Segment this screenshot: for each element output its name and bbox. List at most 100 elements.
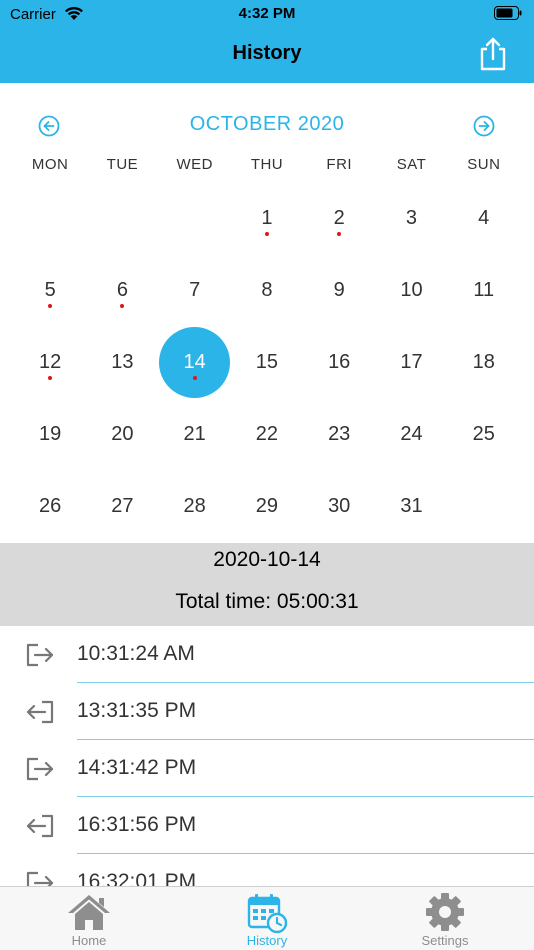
calendar-day[interactable]: 16: [303, 326, 375, 398]
total-time: Total time: 05:00:31: [175, 590, 359, 613]
day-number: 9: [333, 278, 345, 301]
selected-date: 2020-10-14: [213, 548, 321, 571]
calendar-day[interactable]: 5: [14, 254, 86, 326]
day-number: 1: [261, 206, 273, 229]
next-month-button[interactable]: [472, 114, 496, 138]
day-number: 25: [472, 423, 495, 446]
entry-time: 13:31:35 PM: [77, 699, 197, 722]
calendar-day[interactable]: 12: [14, 326, 86, 398]
day-number: 19: [39, 423, 62, 446]
calendar-day[interactable]: 6: [86, 254, 158, 326]
entry-list: 10:31:24 AM 13:31:35 PM 14:31:42 PM 16:3…: [0, 626, 534, 886]
calendar-day[interactable]: 9: [303, 254, 375, 326]
entry-time: 14:31:42 PM: [77, 756, 197, 779]
weekday-label: TUE: [106, 156, 139, 173]
record-marker: [48, 376, 53, 381]
tab-label: History: [246, 933, 288, 948]
weekday-label: WED: [176, 156, 213, 173]
record-marker: [120, 304, 125, 309]
list-item[interactable]: 16:32:01 PM: [0, 854, 534, 886]
calendar-day[interactable]: 13: [86, 326, 158, 398]
day-number: 11: [473, 278, 495, 301]
day-number: 30: [328, 495, 351, 518]
calendar-day[interactable]: 2: [303, 182, 375, 254]
page-title: History: [232, 42, 302, 64]
weekday-label: THU: [250, 156, 284, 173]
weekday-label: MON: [31, 156, 69, 173]
arrow-right-circle-icon: [473, 115, 495, 137]
day-number: 24: [400, 423, 423, 446]
list-item[interactable]: 13:31:35 PM: [0, 683, 534, 740]
calendar-day[interactable]: 29: [231, 471, 303, 543]
day-number: 5: [44, 278, 56, 301]
weekday-label: FRI: [326, 156, 353, 173]
calendar-day[interactable]: 20: [86, 399, 158, 471]
status-time: 4:32 PM: [238, 5, 296, 22]
calendar-day[interactable]: 23: [303, 399, 375, 471]
day-number: 16: [328, 350, 351, 373]
calendar-day[interactable]: 7: [159, 254, 231, 326]
record-marker: [48, 304, 53, 309]
day-number: 28: [183, 495, 206, 518]
calendar-day[interactable]: 28: [159, 471, 231, 543]
entry-time: 16:32:01 PM: [77, 870, 197, 886]
tab-label: Home: [71, 933, 107, 948]
calendar-day[interactable]: 1: [231, 182, 303, 254]
record-marker: [337, 232, 342, 236]
calendar-grid: 1 2 3 4 5 6 7 8 9 10 11 12 13 14 15 16 17 18 19 20 21 22 23 24 2…: [14, 182, 520, 543]
calendar-day[interactable]: 3: [375, 182, 447, 254]
calendar-clock-icon: [247, 894, 288, 934]
calendar-blank: [14, 182, 86, 254]
sign-out-icon: [26, 643, 54, 667]
day-number: 6: [116, 278, 128, 301]
calendar-day[interactable]: 21: [159, 399, 231, 471]
day-number: 22: [255, 423, 279, 446]
tab-label: Settings: [421, 933, 469, 948]
day-number: 23: [328, 423, 351, 446]
day-number: 14: [183, 350, 206, 373]
sign-in-icon: [26, 700, 54, 724]
calendar-day[interactable]: 26: [14, 471, 86, 543]
calendar-day[interactable]: 25: [448, 399, 520, 471]
calendar-day[interactable]: 10: [375, 254, 447, 326]
day-number: 4: [478, 206, 490, 229]
battery-icon: [494, 6, 522, 25]
day-number: 26: [39, 495, 62, 518]
entry-time: 16:31:56 PM: [77, 813, 197, 836]
calendar-blank: [86, 182, 158, 254]
month-title: OCTOBER 2020: [189, 113, 345, 135]
day-number: 2: [333, 206, 345, 229]
calendar-day[interactable]: 31: [375, 471, 447, 543]
calendar-day[interactable]: 22: [231, 399, 303, 471]
calendar-day[interactable]: 15: [231, 326, 303, 398]
weekday-label: SUN: [467, 156, 501, 173]
tab-settings[interactable]: Settings: [356, 887, 534, 950]
calendar-day[interactable]: 24: [375, 399, 447, 471]
calendar-day[interactable]: 8: [231, 254, 303, 326]
calendar-day[interactable]: 18: [448, 326, 520, 398]
share-button[interactable]: [476, 36, 510, 72]
tab-home[interactable]: Home: [0, 887, 178, 950]
record-marker: [264, 232, 269, 236]
tab-history[interactable]: History: [178, 887, 356, 950]
list-item[interactable]: 10:31:24 AM: [0, 626, 534, 683]
calendar-day[interactable]: 19: [14, 399, 86, 471]
calendar-day[interactable]: 17: [375, 326, 447, 398]
gear-icon: [426, 893, 464, 931]
calendar-day[interactable]: 27: [86, 471, 158, 543]
day-number: 7: [189, 278, 201, 301]
day-number: 29: [255, 495, 279, 518]
share-icon: [480, 37, 506, 71]
day-summary: 2020-10-14 Total time: 05:00:31: [0, 543, 534, 626]
list-item[interactable]: 14:31:42 PM: [0, 740, 534, 797]
day-number: 18: [472, 350, 495, 373]
day-number: 20: [111, 423, 134, 446]
calendar-day[interactable]: 30: [303, 471, 375, 543]
sign-out-icon: [26, 757, 54, 781]
calendar-day[interactable]: 11: [448, 254, 520, 326]
header-bar: Carrier 4:32 PM History: [0, 0, 534, 83]
calendar-day[interactable]: 4: [448, 182, 520, 254]
day-number: 8: [261, 278, 273, 301]
calendar-day-selected[interactable]: 14: [159, 326, 231, 399]
list-item[interactable]: 16:31:56 PM: [0, 797, 534, 854]
